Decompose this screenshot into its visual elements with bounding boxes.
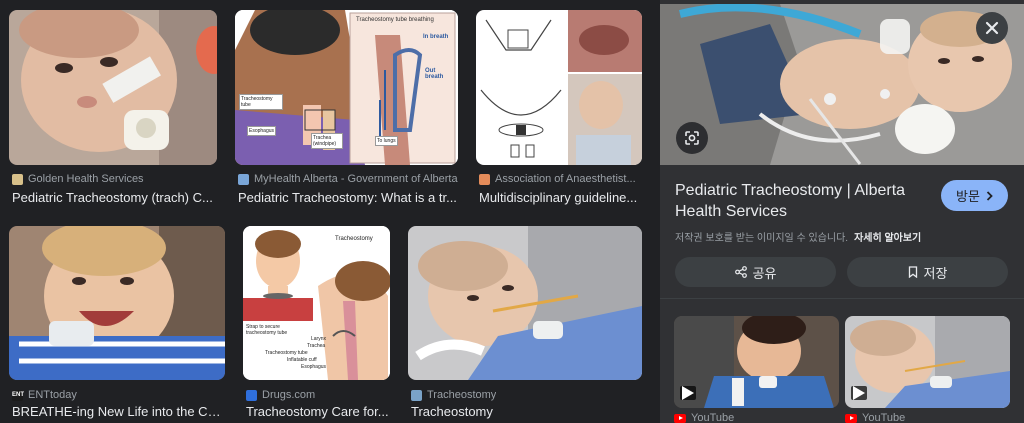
favicon-icon <box>411 389 422 401</box>
diagram-label: Inflatable cuff <box>287 357 317 363</box>
result-source-label: Association of Anaesthetist... <box>495 173 636 185</box>
result-image[interactable]: Tracheostomy tube breathing In breath Ou… <box>235 10 458 165</box>
diagram-label: Esophagus <box>247 126 277 136</box>
play-badge <box>680 386 696 400</box>
image-result-card[interactable]: Golden Health Services Pediatric Tracheo… <box>9 10 217 210</box>
diagram-label: In breath <box>423 34 449 40</box>
visit-button[interactable]: 방문 <box>941 180 1008 211</box>
diagram-label: Tracheostomy tube <box>265 350 308 356</box>
image-result-card[interactable]: Tracheostomy Strap to secure tracheostom… <box>243 226 390 423</box>
copyright-text: 저작권 보호를 받는 이미지일 수 있습니다. <box>675 233 849 244</box>
diagram-label: To lungs <box>375 136 398 146</box>
panel-divider <box>660 298 1024 299</box>
related-source[interactable]: YouTube <box>845 412 905 423</box>
favicon-icon <box>238 173 249 185</box>
share-button[interactable]: 공유 <box>675 257 836 287</box>
image-result-card[interactable]: ENT ENTtoday BREATHE-ing New Life into t… <box>9 226 225 423</box>
result-title[interactable]: Multidisciplinary guideline... <box>479 190 642 205</box>
result-title[interactable]: Tracheostomy Care for... <box>246 404 390 419</box>
result-source-label: MyHealth Alberta - Government of Alberta <box>254 173 458 185</box>
result-source-label: Drugs.com <box>262 389 316 401</box>
save-button[interactable]: 저장 <box>847 257 1008 287</box>
copyright-notice: 저작권 보호를 받는 이미지일 수 있습니다. 자세히 알아보기 <box>675 229 921 244</box>
preview-title[interactable]: Pediatric Tracheostomy | Alberta Health … <box>675 180 935 222</box>
youtube-icon <box>674 413 686 423</box>
result-source[interactable]: Drugs.com <box>246 389 315 401</box>
visit-button-label: 방문 <box>956 189 980 204</box>
result-source[interactable]: Tracheostomy <box>411 389 496 401</box>
result-source[interactable]: MyHealth Alberta - Government of Alberta <box>238 173 458 185</box>
favicon-icon <box>246 389 257 401</box>
result-source-label: Golden Health Services <box>28 173 144 185</box>
result-image[interactable] <box>9 10 217 165</box>
diagram-label: Trachea <box>307 343 326 349</box>
share-label: 공유 <box>752 265 777 281</box>
result-image[interactable]: Tracheostomy Strap to secure tracheostom… <box>243 226 390 380</box>
image-result-card[interactable]: Association of Anaesthetist... Multidisc… <box>476 10 642 210</box>
result-title[interactable]: Pediatric Tracheostomy (trach) C... <box>12 190 217 205</box>
related-source-label: YouTube <box>862 412 906 423</box>
result-title[interactable]: BREATHE-ing New Life into the Ca... <box>12 404 225 419</box>
diagram-label: Esophagus <box>301 364 327 370</box>
diagram-title: Tracheostomy <box>335 236 373 242</box>
result-source[interactable]: Golden Health Services <box>12 173 144 185</box>
diagram-title: Tracheostomy tube breathing <box>356 17 434 23</box>
favicon-icon: ENT <box>12 389 24 401</box>
play-icon <box>853 386 865 400</box>
result-source[interactable]: Association of Anaesthetist... <box>479 173 642 185</box>
bookmark-icon <box>908 266 917 278</box>
diagram-label: Tracheostomy tube <box>239 94 283 110</box>
save-label: 저장 <box>923 265 948 281</box>
related-video-thumb[interactable] <box>845 316 1010 408</box>
preview-image[interactable] <box>660 4 1024 165</box>
diagram-label: Larynx <box>311 336 327 342</box>
image-result-card[interactable]: Tracheostomy Tracheostomy <box>408 226 642 423</box>
result-title[interactable]: Tracheostomy <box>411 404 642 419</box>
diagram-label: Out breath <box>425 68 444 80</box>
result-title[interactable]: Pediatric Tracheostomy: What is a tr... <box>238 190 458 205</box>
related-source[interactable]: YouTube <box>674 412 734 423</box>
favicon-icon <box>479 173 490 185</box>
result-source-label: ENTtoday <box>28 389 77 401</box>
youtube-icon <box>845 413 857 423</box>
lens-search-button[interactable] <box>676 122 708 154</box>
image-results-grid: Golden Health Services Pediatric Tracheo… <box>0 0 656 423</box>
result-image[interactable] <box>408 226 642 380</box>
chevron-right-icon <box>986 190 993 201</box>
result-image[interactable] <box>9 226 225 380</box>
result-image[interactable] <box>476 10 642 165</box>
share-icon <box>734 266 747 278</box>
related-source-label: YouTube <box>691 412 735 423</box>
related-video-thumb[interactable] <box>674 316 839 408</box>
close-icon <box>985 21 999 35</box>
diagram-label: Trachea (windpipe) <box>311 133 343 149</box>
result-source-label: Tracheostomy <box>427 389 497 401</box>
image-preview-panel: Pediatric Tracheostomy | Alberta Health … <box>660 0 1024 423</box>
image-result-card[interactable]: Tracheostomy tube breathing In breath Ou… <box>235 10 458 210</box>
diagram-label: Strap to secure tracheostomy tube <box>246 324 288 336</box>
close-button[interactable] <box>976 12 1008 44</box>
play-icon <box>682 386 694 400</box>
learn-more-link[interactable]: 자세히 알아보기 <box>854 233 921 244</box>
play-badge <box>851 386 867 400</box>
lens-icon <box>685 131 699 145</box>
favicon-icon <box>12 173 23 185</box>
result-source[interactable]: ENT ENTtoday <box>12 389 77 401</box>
